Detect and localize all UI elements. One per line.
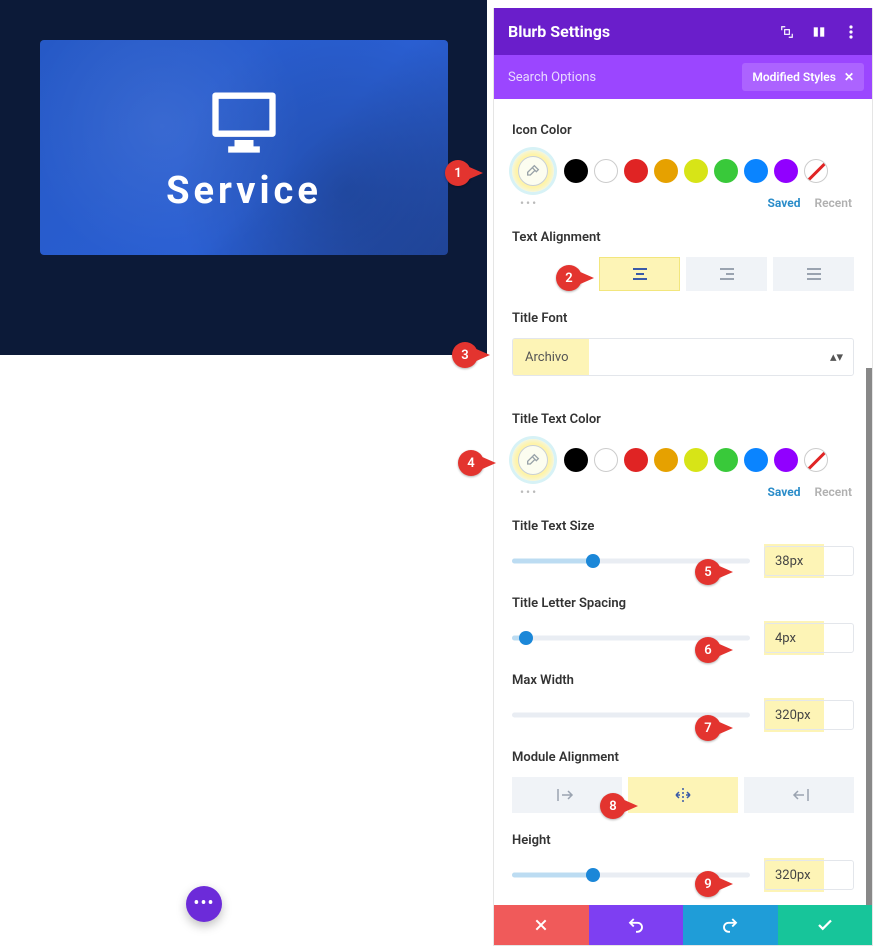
icon-color-swatches — [512, 150, 854, 192]
title-font-label: Title Font — [512, 311, 854, 326]
title-text-color-swatches — [512, 439, 854, 481]
modified-styles-pill[interactable]: Modified Styles ✕ — [742, 63, 864, 91]
title-text-size-label: Title Text Size — [512, 519, 854, 534]
callout-4: 4 — [458, 450, 498, 482]
module-alignment-options — [512, 777, 854, 813]
title-letter-spacing-slider[interactable] — [512, 628, 750, 648]
expand-icon[interactable] — [780, 25, 794, 39]
save-button[interactable] — [778, 905, 873, 945]
icon-color-label: Icon Color — [512, 123, 854, 138]
swatch-purple[interactable] — [774, 159, 798, 183]
icon-color-section: Icon Color ••• Saved Recent — [512, 123, 854, 210]
swatch-green[interactable] — [714, 159, 738, 183]
height-label: Height — [512, 833, 854, 848]
title-font-section: Title Font Archivo ▴▾ — [512, 311, 854, 376]
eyedropper-button[interactable] — [512, 439, 554, 481]
title-text-size-slider[interactable] — [512, 551, 750, 571]
columns-icon[interactable] — [812, 25, 826, 39]
text-alignment-section: Text Alignment — [512, 230, 854, 291]
text-alignment-options — [512, 257, 854, 291]
more-icon[interactable]: ••• — [520, 485, 538, 499]
height-slider[interactable] — [512, 865, 750, 885]
max-width-input[interactable]: 320px — [764, 700, 854, 730]
module-alignment-label: Module Alignment — [512, 750, 854, 765]
swatch-orange[interactable] — [654, 159, 678, 183]
search-options[interactable]: Search Options — [494, 70, 610, 85]
chevron-updown-icon: ▴▾ — [830, 350, 843, 365]
settings-panel: Blurb Settings Search Options Modified S… — [493, 8, 873, 946]
align-justify-button[interactable] — [773, 257, 854, 291]
align-right-button[interactable] — [686, 257, 767, 291]
module-align-center[interactable] — [628, 777, 738, 813]
desktop-icon — [199, 83, 289, 159]
modified-styles-label: Modified Styles — [752, 70, 836, 84]
swatch-white[interactable] — [594, 448, 618, 472]
blurb-card: Service — [40, 40, 448, 255]
panel-header: Blurb Settings — [494, 8, 872, 55]
max-width-section: Max Width 320px — [512, 673, 854, 730]
swatch-none[interactable] — [804, 448, 828, 472]
swatch-blue[interactable] — [744, 159, 768, 183]
action-bar — [494, 905, 872, 945]
more-icon[interactable]: ••• — [520, 196, 538, 210]
swatch-black[interactable] — [564, 159, 588, 183]
module-align-left[interactable] — [512, 777, 622, 813]
title-text-size-input[interactable]: 38px — [764, 546, 854, 576]
swatch-white[interactable] — [594, 159, 618, 183]
swatch-orange[interactable] — [654, 448, 678, 472]
swatch-green[interactable] — [714, 448, 738, 472]
title-letter-spacing-input[interactable]: 4px — [764, 623, 854, 653]
title-text-color-section: Title Text Color ••• SavedRec — [512, 412, 854, 499]
eyedropper-icon — [518, 156, 548, 186]
eyedropper-icon — [518, 445, 548, 475]
max-width-slider[interactable] — [512, 705, 750, 725]
max-width-label: Max Width — [512, 673, 854, 688]
swatch-red[interactable] — [624, 448, 648, 472]
swatch-blue[interactable] — [744, 448, 768, 472]
title-letter-spacing-section: Title Letter Spacing 4px — [512, 596, 854, 653]
undo-button[interactable] — [589, 905, 684, 945]
close-icon[interactable]: ✕ — [844, 70, 854, 84]
preview-area: Service — [0, 0, 487, 355]
align-center-button[interactable] — [599, 257, 680, 291]
panel-title: Blurb Settings — [508, 22, 780, 41]
recent-tab[interactable]: Recent — [814, 485, 852, 499]
swatch-purple[interactable] — [774, 448, 798, 472]
eyedropper-button[interactable] — [512, 150, 554, 192]
title-text-color-label: Title Text Color — [512, 412, 854, 427]
redo-button[interactable] — [683, 905, 778, 945]
card-title: Service — [166, 169, 322, 213]
panel-body: Icon Color ••• Saved Recent — [494, 99, 872, 905]
height-input[interactable]: 320px — [764, 860, 854, 890]
height-section: Height 320px — [512, 833, 854, 890]
title-font-select[interactable]: Archivo ▴▾ — [512, 338, 854, 376]
swatch-black[interactable] — [564, 448, 588, 472]
swatch-yellow[interactable] — [684, 448, 708, 472]
module-alignment-section: Module Alignment — [512, 750, 854, 813]
panel-subheader: Search Options Modified Styles ✕ — [494, 55, 872, 99]
title-text-size-section: Title Text Size 38px — [512, 519, 854, 576]
swatch-yellow[interactable] — [684, 159, 708, 183]
swatch-red[interactable] — [624, 159, 648, 183]
text-alignment-label: Text Alignment — [512, 230, 854, 245]
title-font-value: Archivo — [513, 350, 569, 365]
recent-tab[interactable]: Recent — [814, 196, 852, 210]
title-letter-spacing-label: Title Letter Spacing — [512, 596, 854, 611]
module-align-right[interactable] — [744, 777, 854, 813]
saved-tab[interactable]: Saved — [768, 485, 801, 499]
scrollbar[interactable] — [866, 368, 872, 908]
saved-tab[interactable]: Saved — [768, 196, 801, 210]
more-vertical-icon[interactable] — [844, 25, 858, 39]
swatch-none[interactable] — [804, 159, 828, 183]
discard-button[interactable] — [494, 905, 589, 945]
fab-more-button[interactable]: ••• — [186, 886, 222, 922]
